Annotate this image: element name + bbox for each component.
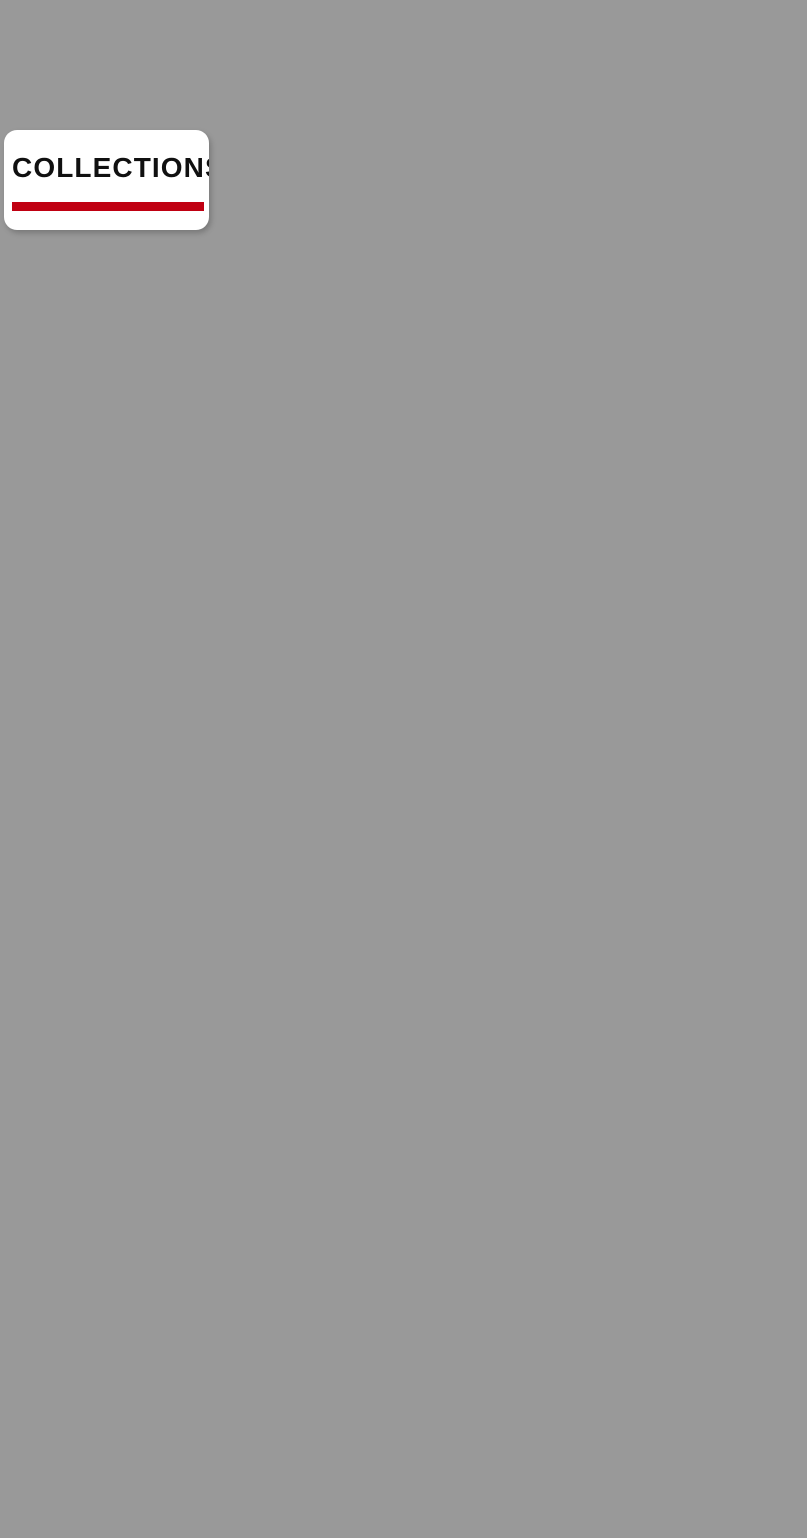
drag-handle-bar — [36, 397, 77, 403]
nav-item-label: My Books — [441, 1488, 569, 1519]
collection-row[interactable]: From Mam — [0, 344, 807, 448]
nav-item-label: Search — [260, 1488, 346, 1519]
nav-item-label: Home — [65, 1488, 137, 1519]
drag-handle-icon[interactable] — [36, 276, 77, 307]
app-screen: My Books COLLECTIONS EBOOKS AUDIOBOOKS AUTH… — [0, 0, 807, 1538]
drag-handle-icon[interactable] — [36, 484, 77, 515]
books-icon — [477, 1422, 531, 1476]
drag-handle-bar — [36, 284, 77, 290]
tab-authors[interactable]: AUTHORS — [671, 128, 807, 222]
bottom-navigation-bar: Home Search My Books Wishlist — [0, 1399, 807, 1538]
menu-dot — [735, 34, 744, 43]
spotlight-highlight-card[interactable]: COLLECTIONS — [4, 130, 209, 230]
drag-handle-bar — [36, 588, 77, 594]
drag-handle-bar — [36, 509, 77, 515]
menu-dot — [735, 52, 744, 61]
drag-handle-bar — [36, 492, 77, 498]
add-collection-row[interactable]: Add Collection — [0, 656, 807, 760]
page-title: My Books — [27, 28, 229, 84]
home-icon — [74, 1422, 128, 1476]
tab-audiobooks[interactable]: AUDIOBOOKS — [430, 128, 634, 222]
add-collection-label: Add Collection — [120, 656, 359, 760]
drag-handle-bar — [36, 613, 77, 619]
collection-row[interactable]: Classics — [0, 448, 807, 552]
search-icon — [276, 1422, 330, 1476]
drag-handle-bar — [36, 484, 77, 490]
drag-handle-bar — [36, 276, 77, 282]
collection-label: For later — [120, 552, 258, 656]
plus-circle-icon — [37, 693, 75, 731]
spotlight-tab-label: COLLECTIONS — [12, 130, 209, 206]
drag-handle-bar — [36, 501, 77, 507]
nav-item-home[interactable]: Home — [0, 1400, 202, 1538]
app-header: My Books — [0, 0, 807, 118]
collection-label: From Mam — [120, 344, 299, 448]
drag-handle-icon[interactable] — [36, 380, 77, 411]
collection-list: Non-fiction booksFrom MamClassicsFor lat… — [0, 240, 807, 760]
spotlight-tab-indicator — [12, 202, 204, 211]
drag-handle-bar — [36, 380, 77, 386]
nav-item-my-books[interactable]: My Books — [404, 1400, 606, 1538]
drag-handle-bar — [36, 301, 77, 307]
drag-handle-bar — [36, 405, 77, 411]
drag-handle-bar — [36, 293, 77, 299]
drag-handle-icon[interactable] — [36, 588, 77, 619]
heart-icon — [679, 1422, 733, 1476]
collection-row[interactable]: Non-fiction books — [0, 240, 807, 344]
drag-handle-bar — [36, 596, 77, 602]
collection-label: Non-fiction books — [120, 240, 406, 344]
nav-item-wishlist[interactable]: Wishlist — [605, 1400, 807, 1538]
tab-ebooks[interactable]: EBOOKS — [258, 128, 386, 222]
drag-handle-bar — [36, 605, 77, 611]
collection-label: Classics — [120, 448, 258, 552]
more-vertical-icon[interactable] — [715, 28, 763, 84]
nav-item-search[interactable]: Search — [202, 1400, 404, 1538]
nav-item-label: Wishlist — [660, 1488, 753, 1519]
collection-row[interactable]: For later — [0, 552, 807, 656]
drag-handle-bar — [36, 388, 77, 394]
menu-dot — [735, 70, 744, 79]
